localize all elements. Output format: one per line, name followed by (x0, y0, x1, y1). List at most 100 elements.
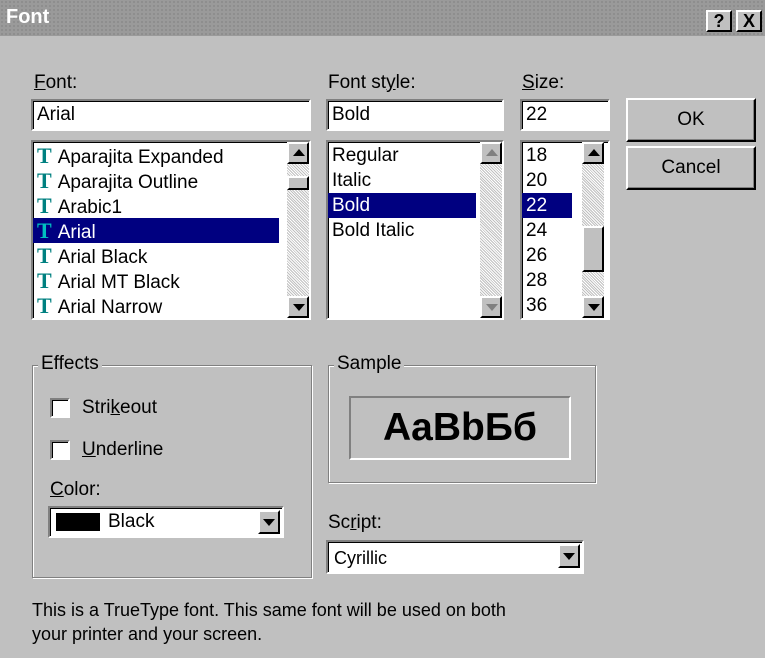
truetype-icon: T (37, 143, 52, 168)
font-style-label-mnemonic: y (386, 72, 396, 93)
list-item-label: Arial Narrow (57, 297, 163, 318)
list-item[interactable]: 18 (522, 143, 572, 168)
font-style-items: Regular Italic Bold Bold Italic (328, 142, 476, 243)
script-select-value: Cyrillic (334, 548, 387, 568)
size-items: 18 20 22 24 26 28 36 (522, 142, 572, 318)
arrow-down-icon (293, 304, 305, 311)
list-item[interactable]: T Arial MT Black (33, 268, 279, 293)
arrow-up-icon (293, 149, 305, 156)
list-item[interactable]: Regular (328, 143, 476, 168)
font-description-line2: your printer and your screen. (32, 624, 263, 644)
scroll-up-button[interactable] (480, 142, 502, 164)
list-item-label: Arial MT Black (57, 272, 180, 293)
scroll-down-button[interactable] (287, 296, 309, 318)
font-style-label: Font style: (328, 72, 416, 94)
scroll-down-button[interactable] (480, 296, 502, 318)
arrow-up-icon (588, 149, 600, 156)
list-item[interactable]: 26 (522, 243, 572, 268)
arrow-down-icon (588, 304, 600, 311)
chevron-down-icon (263, 519, 275, 526)
truetype-icon: T (37, 243, 52, 268)
script-label: Script: (328, 512, 382, 534)
chevron-down-icon (563, 553, 575, 560)
color-label-rest: olor: (63, 479, 101, 500)
truetype-icon: T (37, 193, 52, 218)
sample-preview: AaBbБб (349, 396, 571, 460)
font-name-list[interactable]: T Aparajita Expanded T Aparajita Outline T… (31, 140, 311, 320)
list-item-label: Arial Black (57, 247, 148, 268)
font-label: Font: (34, 72, 77, 94)
list-item[interactable]: 36 (522, 293, 572, 318)
scroll-down-button[interactable] (582, 296, 604, 318)
effects-group-label: Effects (38, 353, 102, 375)
ok-button[interactable]: OK (626, 98, 756, 142)
size-list[interactable]: 18 20 22 24 26 28 36 (520, 140, 610, 320)
help-button[interactable]: ? (706, 10, 732, 32)
strikeout-label-mnemonic: k (110, 397, 121, 418)
list-item[interactable]: T Aparajita Expanded (33, 143, 279, 168)
underline-checkbox[interactable] (50, 440, 70, 460)
font-style-scrollbar[interactable] (480, 142, 502, 318)
strikeout-label-post: eout (120, 397, 157, 418)
list-item-label: Arial (57, 222, 96, 243)
scroll-thumb[interactable] (287, 176, 309, 190)
underline-label-rest: nderline (95, 439, 164, 460)
list-item[interactable]: 28 (522, 268, 572, 293)
list-item[interactable]: T Aparajita Outline (33, 168, 279, 193)
list-item-selected[interactable]: Bold (328, 193, 476, 218)
cancel-button[interactable]: Cancel (626, 146, 756, 190)
close-button[interactable]: X (736, 10, 762, 32)
list-item[interactable]: 24 (522, 218, 572, 243)
font-name-input[interactable]: Arial (31, 99, 311, 131)
list-item-selected[interactable]: T Arial (33, 218, 279, 243)
sample-text: AaBbБб (383, 406, 537, 449)
underline-label[interactable]: Underline (82, 439, 163, 461)
strikeout-label-pre: Stri (82, 397, 111, 418)
script-label-post: ipt: (356, 512, 382, 533)
color-label: Color: (50, 479, 101, 501)
color-dropdown-button[interactable] (258, 510, 280, 534)
size-input[interactable]: 22 (520, 99, 610, 131)
size-scrollbar[interactable] (582, 142, 604, 318)
truetype-icon: T (37, 218, 52, 243)
list-item[interactable]: 20 (522, 168, 572, 193)
script-label-pre: Sc (328, 512, 351, 533)
font-style-list[interactable]: Regular Italic Bold Bold Italic (326, 140, 504, 320)
sample-group-label: Sample (334, 353, 405, 375)
title-bar[interactable]: Font ? X (0, 0, 765, 36)
color-select[interactable]: Black (48, 506, 284, 538)
arrow-up-icon (486, 149, 498, 156)
font-label-mnemonic: F (34, 72, 46, 93)
truetype-icon: T (37, 293, 52, 318)
truetype-icon: T (37, 268, 52, 293)
color-label-mnemonic: C (50, 479, 64, 500)
strikeout-checkbox[interactable] (50, 398, 70, 418)
list-item[interactable]: Italic (328, 168, 476, 193)
strikeout-label[interactable]: Strikeout (82, 397, 157, 419)
font-list-items: T Aparajita Expanded T Aparajita Outline T… (33, 142, 279, 318)
list-item[interactable]: T Arabic1 (33, 193, 279, 218)
font-description-line1: This is a TrueType font. This same font … (32, 600, 506, 620)
scroll-up-button[interactable] (582, 142, 604, 164)
underline-label-mnemonic: U (82, 439, 96, 460)
effects-group (32, 365, 312, 578)
scroll-up-button[interactable] (287, 142, 309, 164)
script-dropdown-button[interactable] (558, 544, 580, 568)
list-item[interactable]: T Arial Narrow (33, 293, 279, 318)
truetype-icon: T (37, 168, 52, 193)
size-label-mnemonic: S (522, 72, 535, 93)
list-item[interactable]: Bold Italic (328, 218, 476, 243)
font-list-scrollbar[interactable] (287, 142, 309, 318)
arrow-down-icon (486, 304, 498, 311)
list-item-label: Arabic1 (57, 197, 123, 218)
size-label: Size: (522, 72, 564, 94)
scroll-thumb[interactable] (582, 226, 604, 272)
script-select[interactable]: Cyrillic (326, 540, 584, 574)
size-label-rest: ize: (534, 72, 565, 93)
list-item-selected[interactable]: 22 (522, 193, 572, 218)
color-swatch (56, 513, 100, 531)
font-style-label-pre: Font st (328, 72, 387, 93)
list-item[interactable]: T Arial Black (33, 243, 279, 268)
color-select-value: Black (108, 511, 155, 532)
font-style-input[interactable]: Bold (326, 99, 504, 131)
